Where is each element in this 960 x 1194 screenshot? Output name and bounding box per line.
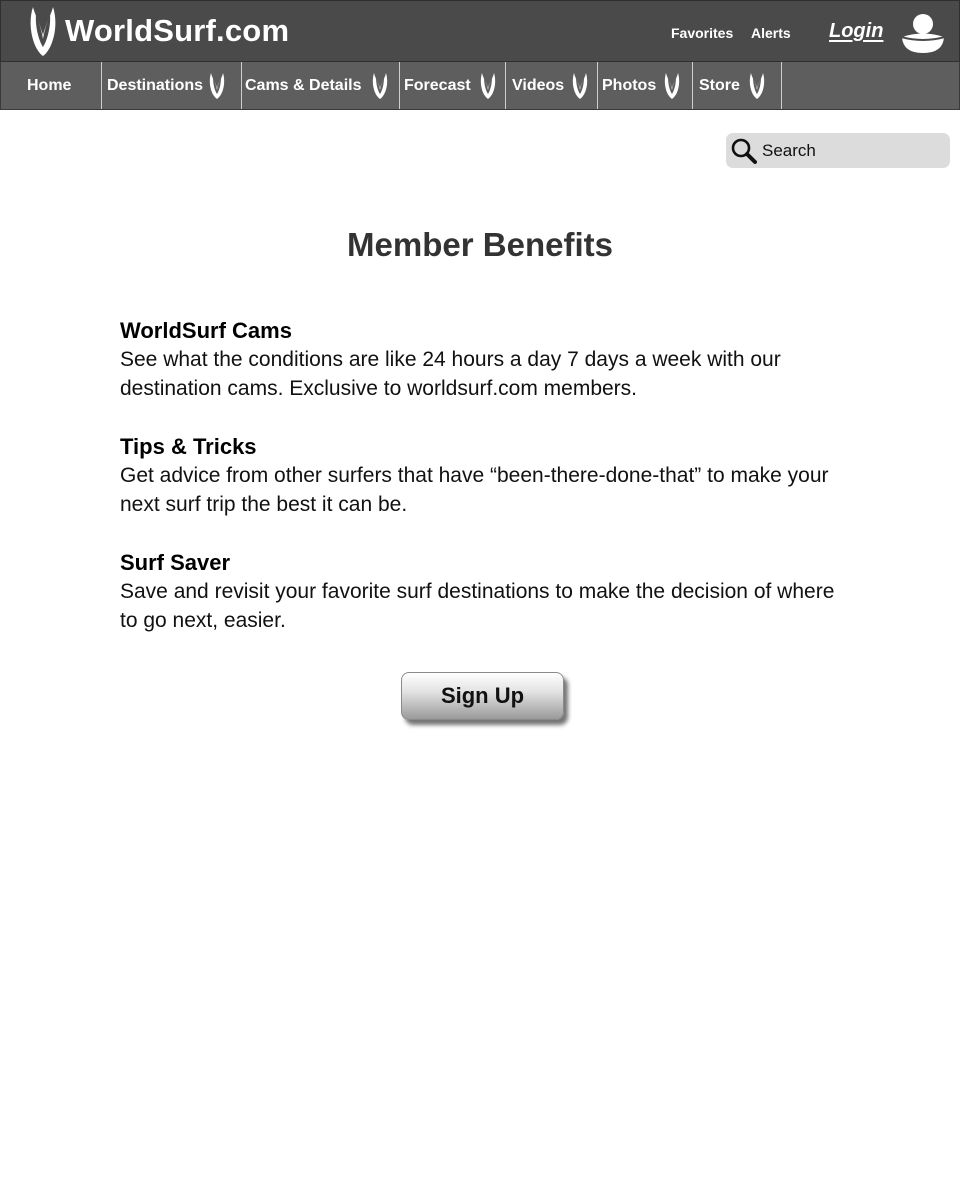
nav-item-store[interactable]: Store bbox=[693, 62, 782, 109]
surfboard-dropdown-icon bbox=[572, 72, 588, 99]
login-link[interactable]: Login bbox=[829, 20, 883, 43]
nav-item-home[interactable]: Home bbox=[1, 62, 102, 109]
benefit-item: WorldSurf Cams See what the conditions a… bbox=[120, 316, 850, 403]
benefit-title: WorldSurf Cams bbox=[120, 318, 292, 343]
nav-item-label: Forecast bbox=[404, 76, 471, 94]
top-header: WorldSurf.com Favorites Alerts Login bbox=[0, 0, 960, 62]
nav-item-cams-details[interactable]: Cams & Details bbox=[242, 62, 400, 109]
logo-text: WorldSurf.com bbox=[65, 13, 290, 48]
search-placeholder: Search bbox=[762, 140, 816, 160]
surfboard-logo-icon bbox=[30, 7, 56, 56]
benefits-list: WorldSurf Cams See what the conditions a… bbox=[120, 316, 850, 664]
nav-item-label: Destinations bbox=[107, 76, 204, 94]
benefit-title: Surf Saver bbox=[120, 550, 231, 575]
nav-item-label: Home bbox=[27, 76, 72, 94]
surfboard-dropdown-icon bbox=[372, 72, 387, 99]
user-icon[interactable] bbox=[901, 13, 945, 55]
surfboard-dropdown-icon bbox=[749, 72, 765, 99]
surfboard-dropdown-icon bbox=[209, 72, 225, 99]
search-input[interactable]: Search bbox=[726, 133, 950, 168]
nav-item-label: Cams & Details bbox=[245, 76, 362, 94]
benefit-description: Get advice from other surfers that have … bbox=[120, 464, 829, 516]
favorites-link[interactable]: Favorites bbox=[671, 25, 733, 41]
main-nav: Home Destinations Cams & Details Forecas… bbox=[0, 62, 960, 110]
benefit-description: Save and revisit your favorite surf dest… bbox=[120, 580, 835, 632]
surfboard-dropdown-icon bbox=[665, 72, 680, 99]
nav-item-label: Store bbox=[699, 76, 740, 94]
benefit-title: Tips & Tricks bbox=[120, 434, 257, 459]
benefit-item: Surf Saver Save and revisit your favorit… bbox=[120, 548, 850, 635]
page-title: Member Benefits bbox=[347, 226, 613, 263]
nav-item-videos[interactable]: Videos bbox=[506, 62, 598, 109]
nav-item-label: Videos bbox=[512, 76, 565, 94]
benefit-item: Tips & Tricks Get advice from other surf… bbox=[120, 432, 850, 519]
nav-item-forecast[interactable]: Forecast bbox=[400, 62, 506, 109]
surfboard-dropdown-icon bbox=[480, 72, 495, 99]
site-logo[interactable]: WorldSurf.com bbox=[29, 5, 289, 57]
sign-up-button[interactable]: Sign Up bbox=[401, 672, 564, 720]
nav-item-destinations[interactable]: Destinations bbox=[102, 62, 242, 109]
alerts-link[interactable]: Alerts bbox=[751, 25, 791, 41]
nav-item-label: Photos bbox=[602, 76, 657, 94]
benefit-description: See what the conditions are like 24 hour… bbox=[120, 348, 781, 400]
nav-item-photos[interactable]: Photos bbox=[598, 62, 693, 109]
search-icon bbox=[731, 138, 757, 164]
